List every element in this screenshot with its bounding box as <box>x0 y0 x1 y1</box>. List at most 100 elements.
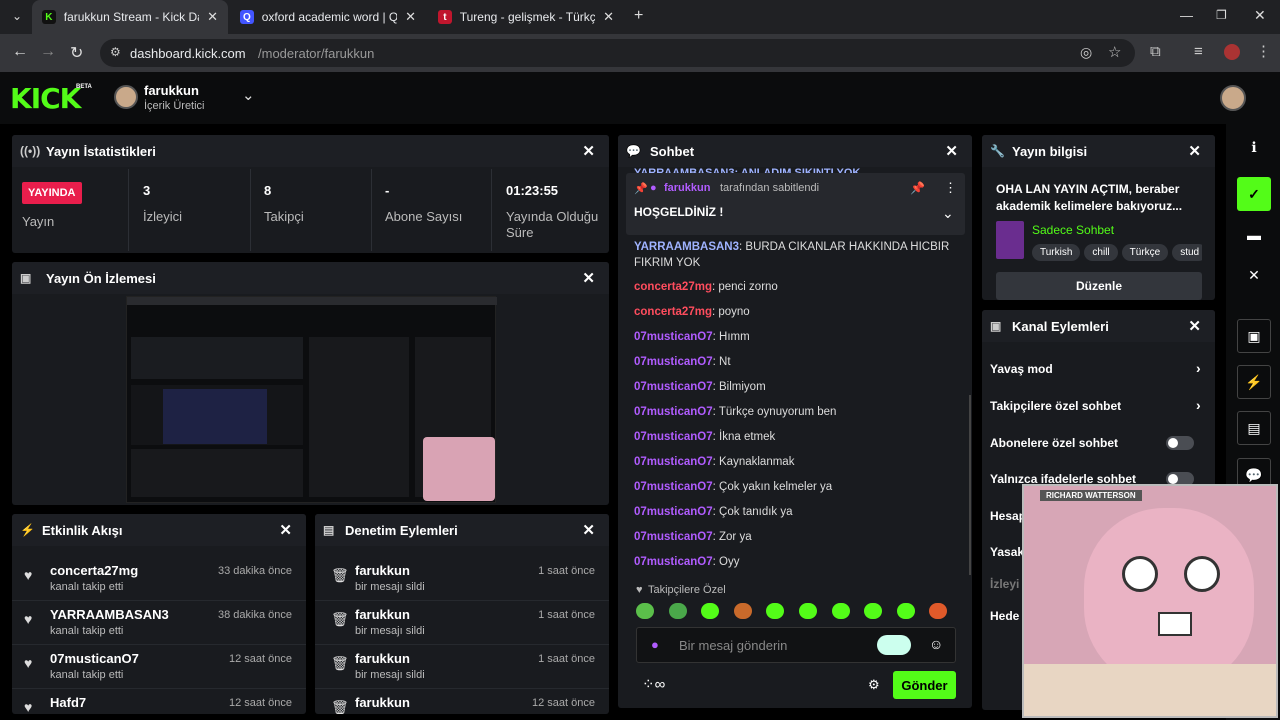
pinned-by[interactable]: farukkun <box>664 182 710 194</box>
close-tab-icon[interactable]: ✕ <box>603 9 614 25</box>
chat-username[interactable]: 07musticanO7 <box>634 456 713 468</box>
emoji-icon[interactable]: ☺ <box>929 636 943 652</box>
emote-icon[interactable] <box>636 603 654 619</box>
chat-username[interactable]: 07musticanO7 <box>634 506 713 518</box>
moderator-name[interactable]: farukkun <box>355 695 410 710</box>
chat-username[interactable]: 07musticanO7 <box>634 381 713 393</box>
back-icon[interactable]: ← <box>12 43 28 61</box>
emote-icon[interactable] <box>701 603 720 619</box>
site-info-icon[interactable]: ⚙ <box>110 45 121 59</box>
subscribers-toggle[interactable] <box>1166 436 1194 450</box>
bolt-icon[interactable]: ⚡ <box>1237 365 1271 399</box>
emote-icon[interactable] <box>733 603 752 619</box>
tab-quizlet[interactable]: Q oxford academic word | Quizlet ✕ <box>230 0 426 34</box>
tab-title: Tureng - gelişmek - Türkçe İngilizce <box>459 10 596 24</box>
pin-icon: 📌 <box>634 183 648 195</box>
edit-button[interactable]: Düzenle <box>996 272 1202 300</box>
url-field[interactable]: ⚙ dashboard.kick.com /moderator/farukkun… <box>100 39 1135 67</box>
avatar[interactable] <box>114 85 138 109</box>
chat-username[interactable]: concerta27mg <box>634 281 712 293</box>
send-button[interactable]: Gönder <box>893 671 956 699</box>
category-thumbnail[interactable] <box>996 221 1024 259</box>
moderator-name[interactable]: farukkun <box>355 607 410 622</box>
activity-name[interactable]: Hafd7 <box>50 695 86 710</box>
close-tab-icon[interactable]: ✕ <box>405 9 416 25</box>
emote-icon[interactable] <box>864 603 883 619</box>
reload-icon[interactable]: ↻ <box>70 43 83 63</box>
new-tab-icon[interactable]: + <box>634 7 643 25</box>
chat-placeholder: Bir mesaj gönderin <box>679 638 788 653</box>
tag[interactable]: Türkçe <box>1121 244 1169 261</box>
tag[interactable]: Turkish <box>1032 244 1081 261</box>
preview-icon[interactable]: ▣ <box>1237 319 1271 353</box>
panel-title: Etkinlik Akışı <box>42 522 123 538</box>
kick-logo[interactable]: KICK <box>10 82 81 115</box>
close-icon[interactable]: ✕ <box>1188 142 1201 160</box>
more-icon[interactable]: ⋮ <box>944 180 957 196</box>
followers-chat-row[interactable]: Takipçilere özel sohbet › <box>990 397 1204 413</box>
tab-tureng[interactable]: t Tureng - gelişmek - Türkçe İngilizce ✕ <box>428 0 624 34</box>
tag[interactable]: chill <box>1084 244 1118 261</box>
chat-username[interactable]: YARRAAMBASAN3 <box>634 241 739 253</box>
emote-icon[interactable] <box>766 603 785 619</box>
settings-gear-icon[interactable]: ⚙ <box>868 677 880 693</box>
eye-off-icon[interactable]: ◎ <box>1080 44 1092 61</box>
document-icon[interactable]: ▤ <box>1237 411 1271 445</box>
extensions-icon[interactable]: ⧉ <box>1150 43 1161 60</box>
close-tab-icon[interactable]: ✕ <box>207 9 218 25</box>
chevron-down-icon[interactable]: ⌄ <box>942 205 954 222</box>
emote-icon[interactable] <box>929 603 948 619</box>
close-layout-icon[interactable]: ✕ <box>1237 258 1271 292</box>
close-icon[interactable]: ✕ <box>582 269 595 287</box>
tab-search-icon[interactable]: ⌄ <box>12 9 22 23</box>
chat-username[interactable]: concerta27mg <box>634 306 712 318</box>
forward-icon[interactable]: → <box>40 43 56 61</box>
chat-username[interactable]: 07musticanO7 <box>634 331 713 343</box>
emote-icon[interactable] <box>896 603 915 619</box>
emote-icon[interactable] <box>799 603 817 619</box>
close-icon[interactable]: ✕ <box>1188 317 1201 335</box>
points-icon[interactable]: ⁘∞ <box>642 675 665 693</box>
chat-username[interactable]: 07musticanO7 <box>634 406 713 418</box>
activity-name[interactable]: YARRAAMBASAN3 <box>50 607 169 622</box>
preview-block <box>131 449 303 497</box>
minimize-icon[interactable]: — <box>1180 8 1193 23</box>
bookmark-star-icon[interactable]: ☆ <box>1108 43 1121 61</box>
chevron-down-icon[interactable]: ⌄ <box>242 86 255 104</box>
tag[interactable]: stud <box>1172 244 1202 261</box>
close-icon[interactable]: ✕ <box>582 142 595 160</box>
chat-username[interactable]: 07musticanO7 <box>634 556 713 568</box>
chat-input[interactable]: ● Bir mesaj gönderin ☺ <box>636 627 956 663</box>
activity-desc: kanalı takip etti <box>50 669 124 681</box>
category-link[interactable]: Sadece Sohbet <box>1032 223 1114 237</box>
close-window-icon[interactable]: ✕ <box>1254 7 1266 24</box>
emote-icon[interactable] <box>831 603 850 619</box>
grammarly-icon[interactable] <box>877 635 911 655</box>
preview-video[interactable] <box>126 296 497 503</box>
chat-scrollbar[interactable] <box>969 395 971 575</box>
maximize-icon[interactable]: ❐ <box>1216 8 1227 22</box>
layout-icon[interactable]: ▬ <box>1237 218 1271 252</box>
check-icon[interactable]: ✓ <box>1237 177 1271 211</box>
moderator-name[interactable]: farukkun <box>355 651 410 666</box>
media-icon[interactable]: ≡ <box>1194 43 1203 60</box>
info-icon[interactable]: ℹ <box>1237 130 1271 164</box>
profile-avatar[interactable] <box>1224 44 1240 60</box>
header-avatar[interactable] <box>1220 85 1246 111</box>
slow-mode-row[interactable]: Yavaş mod › <box>990 360 1204 376</box>
chat-username[interactable]: 07musticanO7 <box>634 531 713 543</box>
chat-username[interactable]: 07musticanO7 <box>634 481 713 493</box>
unpin-icon[interactable]: 📌 <box>910 181 925 195</box>
more-menu-icon[interactable]: ⋮ <box>1256 42 1271 60</box>
chat-username[interactable]: 07musticanO7 <box>634 356 713 368</box>
activity-name[interactable]: 07musticanO7 <box>50 651 139 666</box>
tab-kick[interactable]: K farukkun Stream - Kick Dashboard ✕ <box>32 0 228 34</box>
close-icon[interactable]: ✕ <box>945 142 958 160</box>
mic-icon[interactable]: ● <box>651 637 659 652</box>
activity-name[interactable]: concerta27mg <box>50 563 138 578</box>
emote-icon[interactable] <box>668 603 687 619</box>
moderator-name[interactable]: farukkun <box>355 563 410 578</box>
chat-username[interactable]: 07musticanO7 <box>634 431 713 443</box>
close-icon[interactable]: ✕ <box>279 521 292 539</box>
close-icon[interactable]: ✕ <box>582 521 595 539</box>
